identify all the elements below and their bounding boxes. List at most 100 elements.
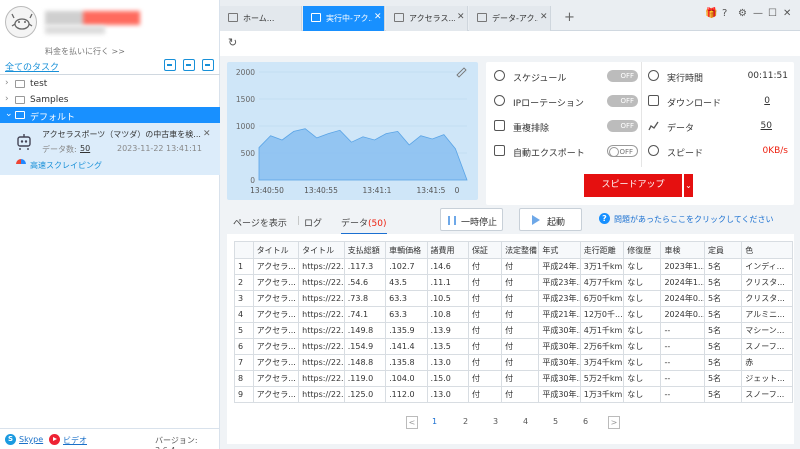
- tab-bar: ホーム... 実行中-アク... ✕ アクセラス... ✕ データ-アク... …: [220, 0, 800, 31]
- prev-page-button[interactable]: <: [406, 416, 418, 429]
- folder-samples[interactable]: › Samples: [0, 92, 220, 108]
- schedule-row: スケジュール OFF: [494, 67, 639, 87]
- table-row[interactable]: 3 アクセラ... https://22... .73.8 63.3.10.5 付付平成2…: [234, 290, 793, 307]
- column-header[interactable]: 法定整備: [501, 241, 540, 259]
- table-cell: 付: [467, 370, 503, 387]
- close-icon[interactable]: ✕: [457, 12, 465, 22]
- data-value[interactable]: 50: [756, 121, 772, 131]
- table-cell: マシーン...: [741, 322, 793, 339]
- gear-icon[interactable]: ⚙: [738, 8, 747, 19]
- chevron-down-icon[interactable]: ⌄: [683, 174, 693, 197]
- page-4[interactable]: 4: [523, 417, 528, 426]
- speed-up-button[interactable]: スピードアップ: [584, 174, 682, 197]
- ip-rotation-toggle[interactable]: OFF: [607, 95, 638, 107]
- dedup-toggle[interactable]: OFF: [607, 120, 638, 132]
- start-label: 起動: [547, 218, 566, 228]
- pencil-icon[interactable]: [456, 67, 467, 78]
- table-cell: 2024年0...: [660, 290, 705, 307]
- column-header[interactable]: 定員: [703, 241, 743, 259]
- table-cell: なし: [623, 322, 662, 339]
- next-page-button[interactable]: >: [608, 416, 620, 429]
- tab-data[interactable]: データ-アク... ✕: [469, 6, 551, 31]
- column-header[interactable]: [234, 241, 254, 259]
- table-row[interactable]: 4 アクセラ... https://22... .74.1 63.3.10.8 付付平成2…: [234, 306, 793, 323]
- column-header[interactable]: 諸費用: [426, 241, 469, 259]
- table-row[interactable]: 8 アクセラ... https://22... .119.0.104.0.15.0 付付…: [234, 370, 793, 387]
- download-value[interactable]: 0: [758, 96, 770, 106]
- table-cell: 付: [467, 386, 503, 403]
- video-link[interactable]: ビデオ: [63, 435, 87, 446]
- table-cell: .154.9: [343, 338, 387, 355]
- tab-log[interactable]: ログ: [304, 216, 322, 229]
- data-tabs: ページを表示 | ログ データ(50) 一時停止 起動 ? 問題があったらここを…: [227, 208, 794, 235]
- table-cell: 3万4千km: [579, 354, 625, 371]
- close-icon[interactable]: ✕: [374, 12, 382, 22]
- import-task-icon[interactable]: [164, 59, 176, 71]
- add-tab-button[interactable]: +: [564, 10, 575, 25]
- maximize-icon[interactable]: ☐: [768, 8, 777, 19]
- table-row[interactable]: 7 アクセラ... https://22... .148.8.135.8.13.0 付付…: [234, 354, 793, 371]
- question-icon[interactable]: ?: [599, 213, 610, 224]
- schedule-toggle[interactable]: OFF: [607, 70, 638, 82]
- table-row[interactable]: 2 アクセラ... https://22... .54.6 43.5.11.1 付付平成2…: [234, 274, 793, 291]
- y-tick-label: 0: [250, 176, 255, 185]
- column-header[interactable]: タイトル: [298, 241, 345, 259]
- folder-test[interactable]: › test: [0, 76, 220, 92]
- column-header[interactable]: 保証: [467, 241, 503, 259]
- page-3[interactable]: 3: [493, 417, 498, 426]
- table-cell: .10.5: [426, 290, 469, 307]
- page-5[interactable]: 5: [553, 417, 558, 426]
- start-button[interactable]: 起動: [519, 208, 582, 231]
- close-icon[interactable]: ✕: [540, 12, 548, 22]
- column-header[interactable]: 修復歴: [623, 241, 662, 259]
- window-close-icon[interactable]: ✕: [783, 8, 791, 19]
- help-icon[interactable]: ?: [722, 8, 727, 19]
- tab-running[interactable]: 実行中-アク... ✕: [303, 6, 385, 31]
- table-cell: --: [660, 322, 705, 339]
- page-6[interactable]: 6: [583, 417, 588, 426]
- username-redacted: [45, 11, 140, 25]
- column-header[interactable]: 年式: [538, 241, 581, 259]
- table-row[interactable]: 9 アクセラ... https://22... .125.0.112.0.13.0 付付…: [234, 386, 793, 403]
- column-header[interactable]: 支払総額: [343, 241, 387, 259]
- skype-icon[interactable]: S: [5, 434, 16, 445]
- table-row[interactable]: 5 アクセラ... https://22... .149.8.135.9.13.9 付付…: [234, 322, 793, 339]
- skype-link[interactable]: Skype: [19, 435, 43, 444]
- auto-export-toggle[interactable]: OFF: [607, 145, 638, 157]
- all-tasks-link[interactable]: 全てのタスク: [5, 60, 59, 73]
- table-cell: 5: [234, 322, 254, 339]
- table-cell: 付: [467, 322, 503, 339]
- table-row[interactable]: 6 アクセラ... https://22... .154.9.141.4.13.5 付付…: [234, 338, 793, 355]
- home-icon: [228, 13, 238, 22]
- pause-button[interactable]: 一時停止: [440, 208, 503, 231]
- tab-accelasports[interactable]: アクセラス... ✕: [386, 6, 468, 31]
- export-task-icon[interactable]: [202, 59, 214, 71]
- help-link[interactable]: 問題があったらここをクリックしてください: [614, 214, 774, 225]
- column-header[interactable]: タイトル: [252, 241, 300, 259]
- gift-icon[interactable]: 🎁: [705, 8, 717, 19]
- page-1[interactable]: 1: [432, 417, 437, 426]
- refresh-icon[interactable]: ↻: [228, 36, 237, 49]
- task-item[interactable]: アクセラスポーツ（マツダ）の中古車を検... ✕ データ数: 50 2023-1…: [0, 123, 220, 175]
- table-cell: なし: [623, 338, 662, 355]
- column-header[interactable]: 色: [741, 241, 793, 259]
- column-header[interactable]: 車検: [660, 241, 705, 259]
- new-task-icon[interactable]: [183, 59, 195, 71]
- folder-default[interactable]: ⌄ デフォルト: [0, 107, 220, 123]
- task-count[interactable]: 50: [80, 144, 90, 153]
- column-header[interactable]: 車輌価格: [385, 241, 428, 259]
- task-header: 全てのタスク: [0, 58, 220, 75]
- avatar[interactable]: [5, 6, 37, 38]
- download-file-icon: [648, 95, 659, 106]
- tab-data-list[interactable]: データ(50): [341, 216, 387, 235]
- close-icon[interactable]: ✕: [203, 129, 211, 139]
- video-icon[interactable]: [49, 434, 60, 445]
- table-row[interactable]: 1 アクセラ... https://22... .117.3.102.7.14.6 付付…: [234, 258, 793, 275]
- task-mode: 高速スクレイピング: [30, 161, 102, 170]
- page-2[interactable]: 2: [463, 417, 468, 426]
- tab-home[interactable]: ホーム...: [220, 6, 302, 31]
- tab-page-view[interactable]: ページを表示: [233, 216, 287, 229]
- pay-link[interactable]: 料金を払いに行く >>: [0, 46, 170, 57]
- minimize-icon[interactable]: —: [753, 8, 763, 19]
- column-header[interactable]: 走行距離: [579, 241, 625, 259]
